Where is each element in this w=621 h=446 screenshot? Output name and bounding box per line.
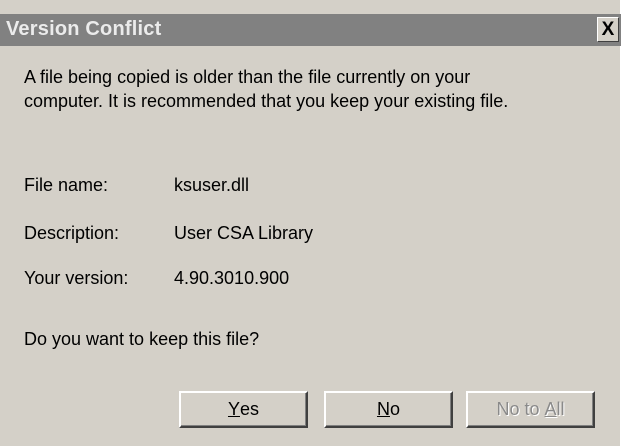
yes-accelerator: Y <box>227 399 240 419</box>
file-name-label: File name: <box>24 175 109 195</box>
no-to-all-accelerator: A <box>544 399 557 419</box>
description-label: Description: <box>24 223 120 243</box>
version-value: 4.90.3010.900 <box>174 268 290 288</box>
yes-button[interactable]: Yes <box>179 391 308 428</box>
close-icon: X <box>601 19 615 40</box>
window-title: Version Conflict <box>6 18 162 40</box>
version-label: Your version: <box>24 268 129 288</box>
message-line-1: A file being copied is older than the fi… <box>24 67 471 87</box>
no-button[interactable]: No <box>324 391 453 428</box>
no-accelerator: N <box>376 399 390 419</box>
no-label-rest: o <box>389 399 400 419</box>
version-conflict-dialog: Version Conflict X A file being copied i… <box>0 0 621 446</box>
title-bar[interactable]: Version Conflict X <box>0 14 621 46</box>
message-line-2: computer. It is recommended that you kee… <box>24 91 509 111</box>
close-button[interactable]: X <box>597 17 619 42</box>
conflict-message: A file being copied is older than the fi… <box>24 65 604 113</box>
keep-file-question: Do you want to keep this file? <box>24 329 260 349</box>
file-name-value: ksuser.dll <box>174 175 250 195</box>
no-to-all-button[interactable]: No to All <box>466 391 595 428</box>
no-to-all-prefix: No to <box>496 399 545 419</box>
description-value: User CSA Library <box>174 223 314 243</box>
no-to-all-label-rest: ll <box>556 399 565 419</box>
yes-label-rest: es <box>240 399 260 419</box>
